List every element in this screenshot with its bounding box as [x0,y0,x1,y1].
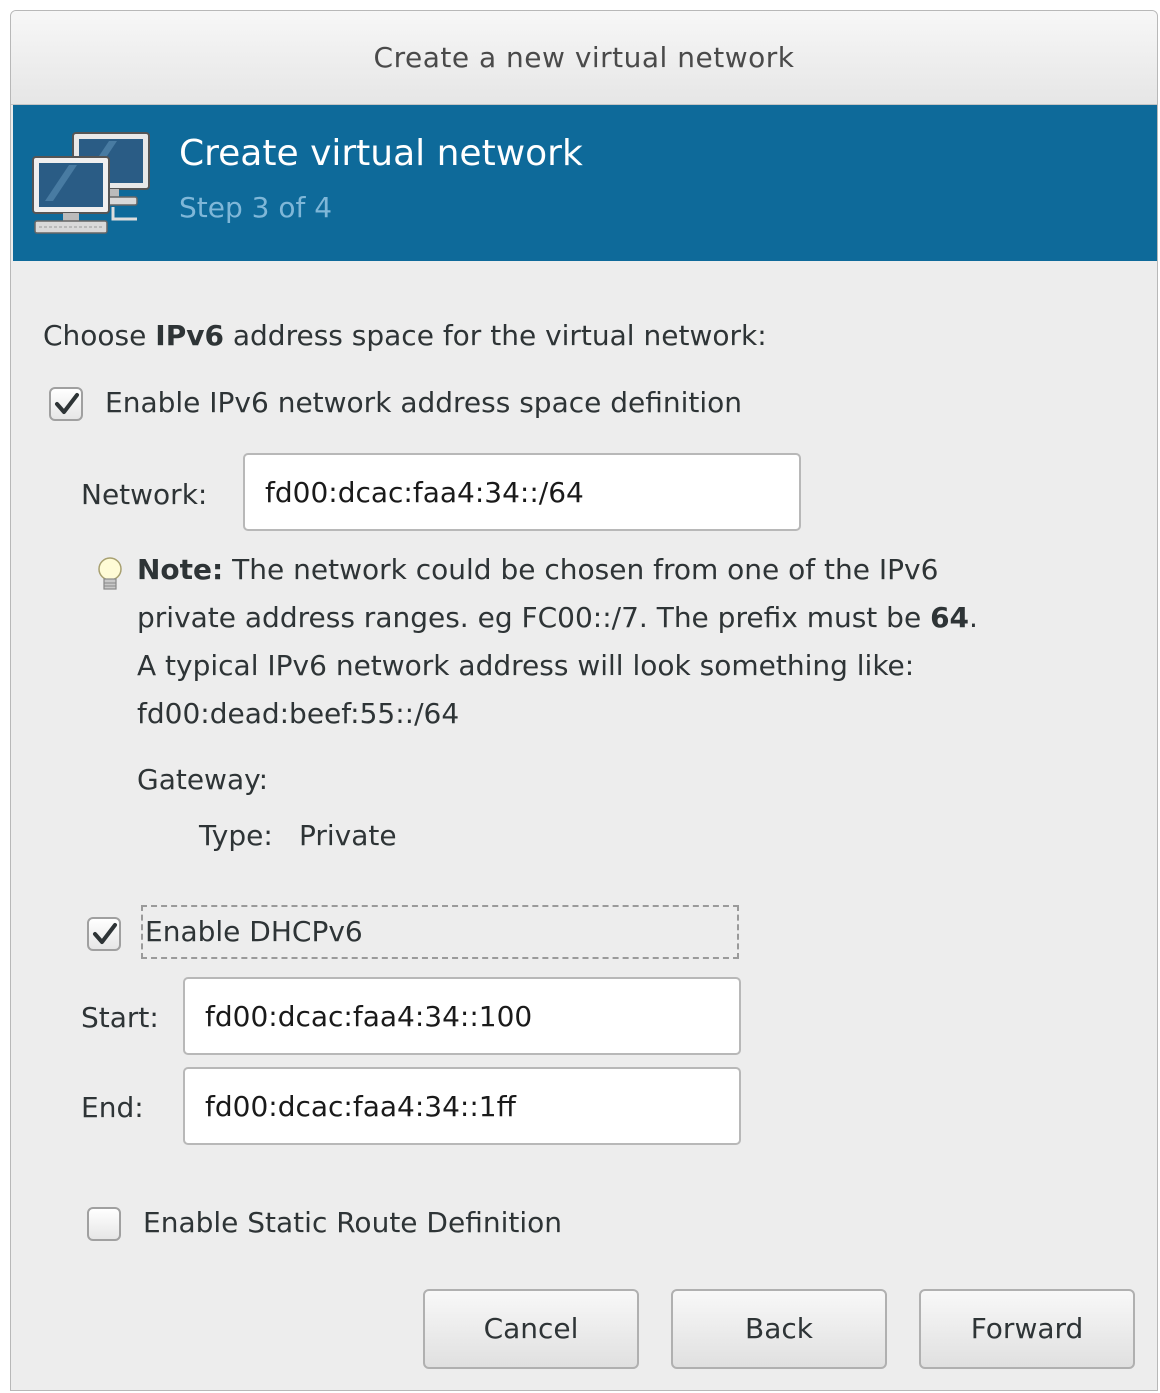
network-field[interactable] [243,453,801,531]
type-label: Type: [199,819,273,852]
ipv6-heading-suffix: address space for the virtual network: [223,319,767,352]
title-bar[interactable]: Create a new virtual network [11,11,1157,105]
enable-ipv6-label[interactable]: Enable IPv6 network address space defini… [105,386,742,419]
note-line-2-bold: 64 [930,601,970,634]
start-label: Start: [81,1001,159,1034]
enable-dhcp-label: Enable DHCPv6 [145,915,363,948]
enable-dhcp-checkbox[interactable] [87,917,121,951]
banner-step: Step 3 of 4 [179,191,333,224]
note-line-1-text: The network could be chosen from one of … [223,553,939,586]
dhcp-focus-ring[interactable]: Enable DHCPv6 [141,905,739,959]
note-line-3: A typical IPv6 network address will look… [137,649,915,682]
banner-title: Create virtual network [179,133,583,174]
create-network-dialog: Create a new virtual network Create virt… [10,10,1158,1391]
ipv6-heading-bold: IPv6 [155,319,224,352]
note-line-2-prefix: private address ranges. eg FC00::/7. The… [137,601,931,634]
note-line-1: Note: The network could be chosen from o… [137,553,938,586]
end-field[interactable] [183,1067,741,1145]
enable-ipv6-checkbox[interactable] [49,387,83,421]
note-line-2: private address ranges. eg FC00::/7. The… [137,601,978,634]
note-line-2-suffix: . [969,601,978,634]
network-label: Network: [81,478,208,511]
network-computers-icon [32,132,150,234]
forward-button[interactable]: Forward [919,1289,1135,1369]
cancel-button[interactable]: Cancel [423,1289,639,1369]
wizard-banner: Create virtual network Step 3 of 4 [13,105,1157,261]
lightbulb-icon [98,557,122,590]
note-line-4: fd00:dead:beef:55::/64 [137,697,460,730]
type-value: Private [299,819,397,852]
checkmark-icon [55,393,79,414]
ipv6-heading: Choose IPv6 address space for the virtua… [43,319,767,352]
end-label: End: [81,1091,144,1124]
window-title: Create a new virtual network [373,41,795,74]
ipv6-heading-prefix: Choose [43,319,156,352]
gateway-label: Gateway: [137,763,269,796]
note-bold: Note: [137,553,224,586]
checkmark-icon [93,923,117,944]
start-field[interactable] [183,977,741,1055]
static-route-label[interactable]: Enable Static Route Definition [143,1206,562,1239]
static-route-checkbox[interactable] [87,1207,121,1241]
back-button[interactable]: Back [671,1289,887,1369]
